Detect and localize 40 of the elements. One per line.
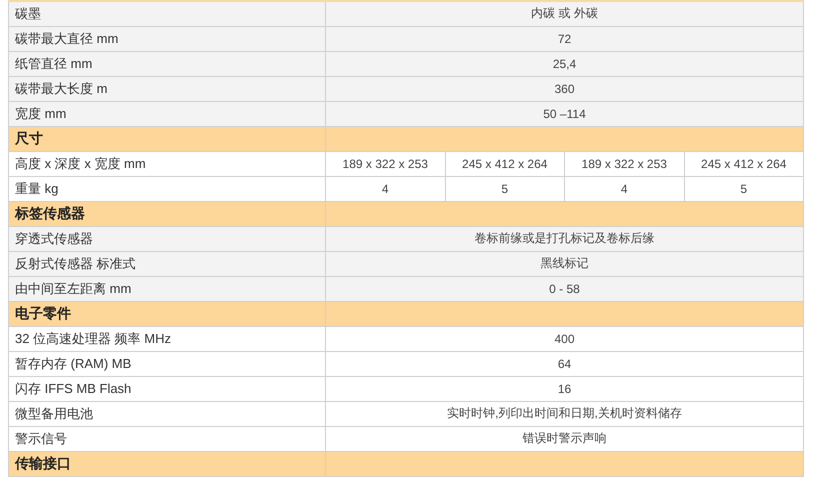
table-cell: 暂存内存 (RAM) MB <box>8 351 326 376</box>
table-cell: 重量 kg <box>8 176 326 201</box>
table-cell: 穿透式传感器 <box>8 226 326 251</box>
table-cell: 245 x 412 x 264 <box>445 151 564 176</box>
table-cell: 碳墨 <box>8 1 326 26</box>
section-header: 电子零件 <box>8 301 326 326</box>
table-cell: 纸管直径 mm <box>8 51 326 76</box>
table-cell: 400 <box>326 326 804 351</box>
table-cell: 72 <box>326 26 804 51</box>
table-cell: 实时时钟,列印出时间和日期,关机时资料储存 <box>326 401 804 426</box>
table-cell: 360 <box>326 76 804 101</box>
table-cell: 189 x 322 x 253 <box>326 151 445 176</box>
table-cell: 25,4 <box>326 51 804 76</box>
table-cell: 64 <box>326 351 804 376</box>
table-cell: 50 –114 <box>326 101 804 126</box>
table-cell: 闪存 IFFS MB Flash <box>8 376 326 401</box>
section-header: 传输接口 <box>8 451 326 476</box>
table-cell: 碳带最大长度 m <box>8 76 326 101</box>
table-cell: 由中间至左距离 mm <box>8 276 326 301</box>
table-cell: 5 <box>684 176 804 201</box>
section-header: 标签传感器 <box>8 201 326 226</box>
section-header: 尺寸 <box>8 126 326 151</box>
table-cell: 内碳 或 外碳 <box>326 1 804 26</box>
table-cell: 5 <box>445 176 564 201</box>
table-cell: 碳带最大直径 mm <box>8 26 326 51</box>
table-cell: 32 位高速处理器 频率 MHz <box>8 326 326 351</box>
table-cell: 卷标前缘或是打孔标记及卷标后缘 <box>326 226 804 251</box>
table-cell: 错误时警示声响 <box>326 426 804 451</box>
table-cell: 宽度 mm <box>8 101 326 126</box>
table-cell: 245 x 412 x 264 <box>684 151 804 176</box>
table-cell: 黑线标记 <box>326 251 804 276</box>
table-cell: 4 <box>326 176 445 201</box>
table-cell: 189 x 322 x 253 <box>564 151 684 176</box>
table-cell: 0 - 58 <box>326 276 804 301</box>
table-cell: 16 <box>326 376 804 401</box>
table-cell: 高度 x 深度 x 宽度 mm <box>8 151 326 176</box>
table-cell: 微型备用电池 <box>8 401 326 426</box>
table-cell: 4 <box>564 176 684 201</box>
table-cell: 反射式传感器 标准式 <box>8 251 326 276</box>
table-cell: 警示信号 <box>8 426 326 451</box>
